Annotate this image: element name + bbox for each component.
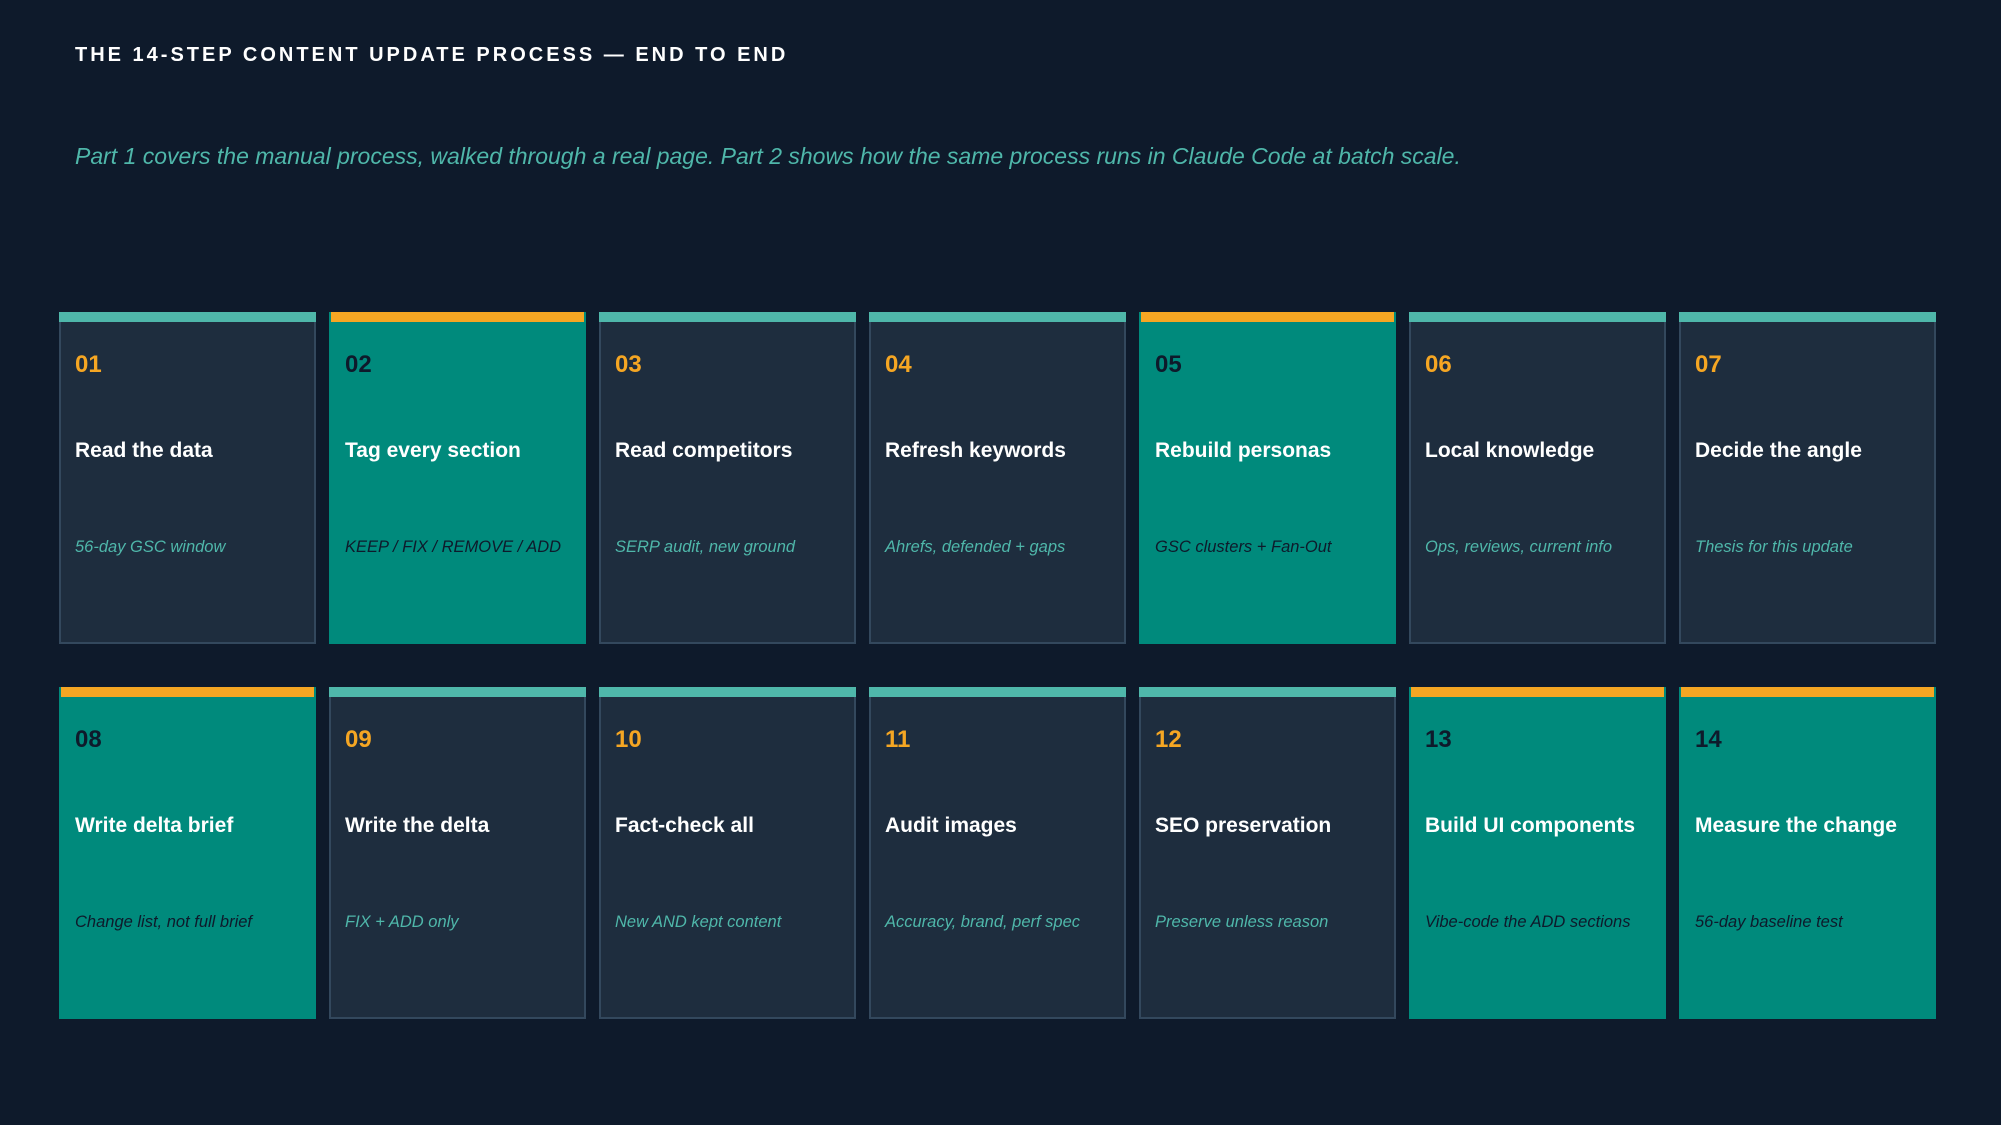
step-accent-bar — [599, 687, 856, 697]
step-card: 06 Local knowledge Ops, reviews, current i… — [1409, 312, 1666, 644]
step-title: Local knowledge — [1425, 439, 1595, 462]
step-number: 14 — [1695, 726, 1722, 753]
step-title: Decide the angle — [1695, 439, 1862, 462]
step-number: 09 — [345, 726, 372, 753]
step-card: 02 Tag every section KEEP / FIX / REMOVE /… — [329, 312, 586, 644]
step-title: Rebuild personas — [1155, 439, 1332, 462]
step-description: SERP audit, new ground — [615, 538, 796, 556]
step-accent-bar — [1679, 312, 1936, 322]
step-title: Build UI components — [1425, 814, 1635, 837]
step-accent-bar — [59, 312, 316, 322]
step-title: Read competitors — [615, 439, 793, 462]
step-description: FIX + ADD only — [345, 913, 459, 931]
step-accent-bar — [329, 687, 586, 697]
step-description: GSC clusters + Fan-Out — [1155, 538, 1332, 556]
step-title: Audit images — [885, 814, 1017, 837]
step-accent-bar — [1411, 687, 1664, 697]
step-number: 08 — [75, 726, 102, 753]
step-card: 01 Read the data 56-day GSC window — [59, 312, 316, 644]
step-title: Tag every section — [345, 439, 521, 462]
step-card: 10 Fact-check all New AND kept content — [599, 687, 856, 1019]
step-description: Vibe-code the ADD sections — [1425, 913, 1631, 931]
step-description: KEEP / FIX / REMOVE / ADD — [345, 538, 562, 556]
step-description: New AND kept content — [615, 913, 782, 931]
step-number: 13 — [1425, 726, 1452, 753]
step-accent-bar — [599, 312, 856, 322]
step-description: Ops, reviews, current info — [1425, 538, 1613, 556]
step-description: Ahrefs, defended + gaps — [885, 538, 1066, 556]
step-number: 07 — [1695, 351, 1722, 378]
step-accent-bar — [1409, 312, 1666, 322]
step-description: 56-day GSC window — [75, 538, 226, 556]
step-description: Preserve unless reason — [1155, 913, 1329, 931]
step-card: 14 Measure the change 56-day baseline test — [1679, 687, 1936, 1019]
step-number: 06 — [1425, 351, 1452, 378]
step-title: Fact-check all — [615, 814, 754, 837]
step-card: 07 Decide the angle Thesis for this update — [1679, 312, 1936, 644]
step-number: 02 — [345, 351, 372, 378]
step-accent-bar — [331, 312, 584, 322]
step-description: 56-day baseline test — [1695, 913, 1843, 931]
step-number: 12 — [1155, 726, 1182, 753]
step-accent-bar — [869, 687, 1126, 697]
step-accent-bar — [869, 312, 1126, 322]
step-card: 13 Build UI components Vibe-code the ADD s… — [1409, 687, 1666, 1019]
step-card: 05 Rebuild personas GSC clusters + Fan-Out — [1139, 312, 1396, 644]
step-number: 03 — [615, 351, 642, 378]
steps-grid: 01 Read the data 56-day GSC window 02 Tag ev… — [59, 312, 1936, 1019]
step-title: Refresh keywords — [885, 439, 1066, 462]
step-title: Write delta brief — [75, 814, 234, 837]
step-accent-bar — [61, 687, 314, 697]
step-accent-bar — [1139, 687, 1396, 697]
step-card: 12 SEO preservation Preserve unless reason — [1139, 687, 1396, 1019]
step-number: 01 — [75, 351, 102, 378]
step-title: Read the data — [75, 439, 213, 462]
step-description: Change list, not full brief — [75, 913, 253, 931]
page-title: THE 14-STEP CONTENT UPDATE PROCESS — END… — [75, 44, 789, 66]
step-card: 11 Audit images Accuracy, brand, perf spec — [869, 687, 1126, 1019]
page-subtitle: Part 1 covers the manual process, walked… — [75, 143, 1461, 169]
step-description: Thesis for this update — [1695, 538, 1853, 556]
step-title: SEO preservation — [1155, 814, 1332, 837]
step-description: Accuracy, brand, perf spec — [885, 913, 1081, 931]
step-title: Measure the change — [1695, 814, 1897, 837]
step-number: 11 — [885, 726, 911, 753]
step-card: 08 Write delta brief Change list, not full… — [59, 687, 316, 1019]
step-number: 05 — [1155, 351, 1182, 378]
step-accent-bar — [1141, 312, 1394, 322]
step-number: 10 — [615, 726, 642, 753]
step-title: Write the delta — [345, 814, 490, 837]
step-card: 04 Refresh keywords Ahrefs, defended + gap… — [869, 312, 1126, 644]
step-number: 04 — [885, 351, 912, 378]
step-accent-bar — [1681, 687, 1934, 697]
step-card: 09 Write the delta FIX + ADD only — [329, 687, 586, 1019]
step-card: 03 Read competitors SERP audit, new ground — [599, 312, 856, 644]
